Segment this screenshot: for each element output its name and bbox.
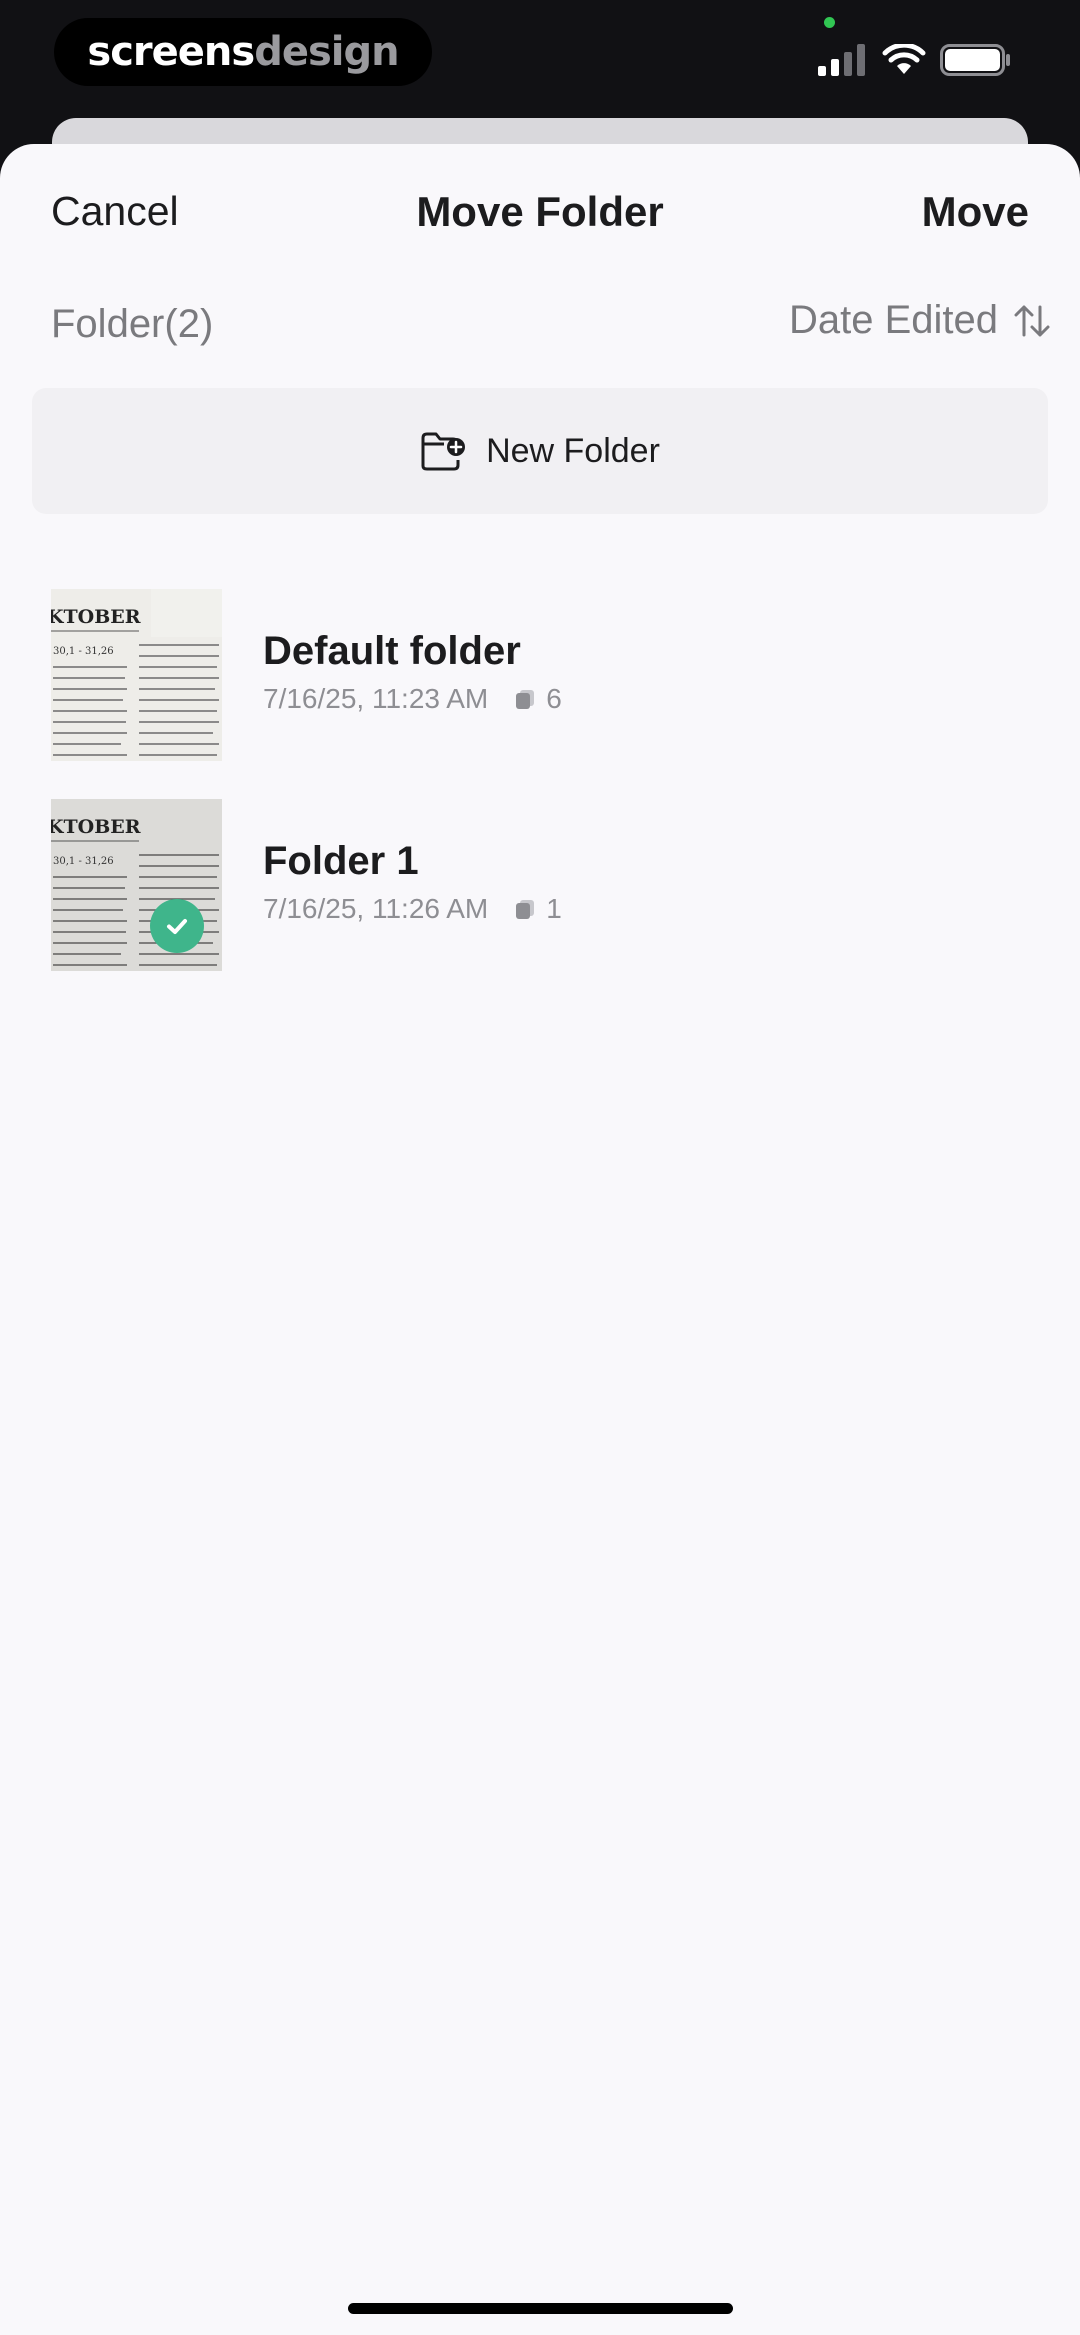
brand-logo: screens design xyxy=(54,18,432,86)
new-folder-label: New Folder xyxy=(486,431,660,470)
move-folder-sheet: Cancel Move Folder Move Folder(2) Date E… xyxy=(0,144,1080,2335)
folder-document-count: 1 xyxy=(546,893,562,924)
folder-date: 7/16/25, 11:23 AM xyxy=(263,683,489,714)
folder-thumbnail: KTOBER 30,1 - 31,26 xyxy=(51,589,222,761)
folder-thumbnail: KTOBER 30,1 - 31,26 xyxy=(51,799,222,971)
folder-count-label: Folder(2) xyxy=(51,302,214,346)
documents-count-icon xyxy=(516,690,535,709)
folder-name: Folder 1 xyxy=(263,839,419,883)
sort-arrows-icon xyxy=(1014,305,1050,336)
brand-logo-part2: design xyxy=(254,29,399,75)
status-bar: screens design xyxy=(0,0,1080,120)
thumbnail-heading: KTOBER xyxy=(51,606,141,628)
thumbnail-heading: KTOBER xyxy=(51,816,141,838)
move-button[interactable]: Move xyxy=(922,188,1029,236)
folder-row-default-folder[interactable]: KTOBER 30,1 - 31,26 Default folder 7/16/… xyxy=(0,589,1080,767)
brand-logo-part1: screens xyxy=(87,29,255,75)
thumbnail-reference: 30,1 - 31,26 xyxy=(53,646,114,657)
documents-count-icon xyxy=(516,900,535,919)
home-indicator[interactable] xyxy=(348,2303,733,2314)
document-thumbnail-image: KTOBER 30,1 - 31,26 xyxy=(51,589,222,761)
wifi-icon xyxy=(882,44,926,74)
folder-row-folder-1[interactable]: KTOBER 30,1 - 31,26 Folder 1 7/16/25, 11… xyxy=(0,799,1080,977)
privacy-indicator-dot xyxy=(824,17,835,28)
battery-icon xyxy=(940,44,1010,76)
selected-checkmark-icon xyxy=(150,899,204,953)
page-title: Move Folder xyxy=(416,188,664,235)
thumbnail-reference: 30,1 - 31,26 xyxy=(53,856,114,867)
new-folder-button[interactable]: New Folder xyxy=(32,388,1048,514)
folder-name: Default folder xyxy=(263,629,521,673)
signal-icon xyxy=(818,44,865,76)
folder-meta: 7/16/25, 11:23 AM 6 xyxy=(263,683,562,715)
sort-label: Date Edited xyxy=(788,298,998,342)
document-thumbnail-image: KTOBER 30,1 - 31,26 xyxy=(51,799,222,971)
folder-meta: 7/16/25, 11:26 AM 1 xyxy=(263,893,562,925)
folder-document-count: 6 xyxy=(546,683,562,714)
sort-button[interactable]: Date Edited xyxy=(789,298,1052,343)
list-header: Folder(2) Date Edited xyxy=(0,294,1080,364)
folder-date: 7/16/25, 11:26 AM xyxy=(263,893,489,924)
navigation-bar: Cancel Move Folder Move xyxy=(0,144,1080,284)
folder-add-icon xyxy=(421,432,466,471)
